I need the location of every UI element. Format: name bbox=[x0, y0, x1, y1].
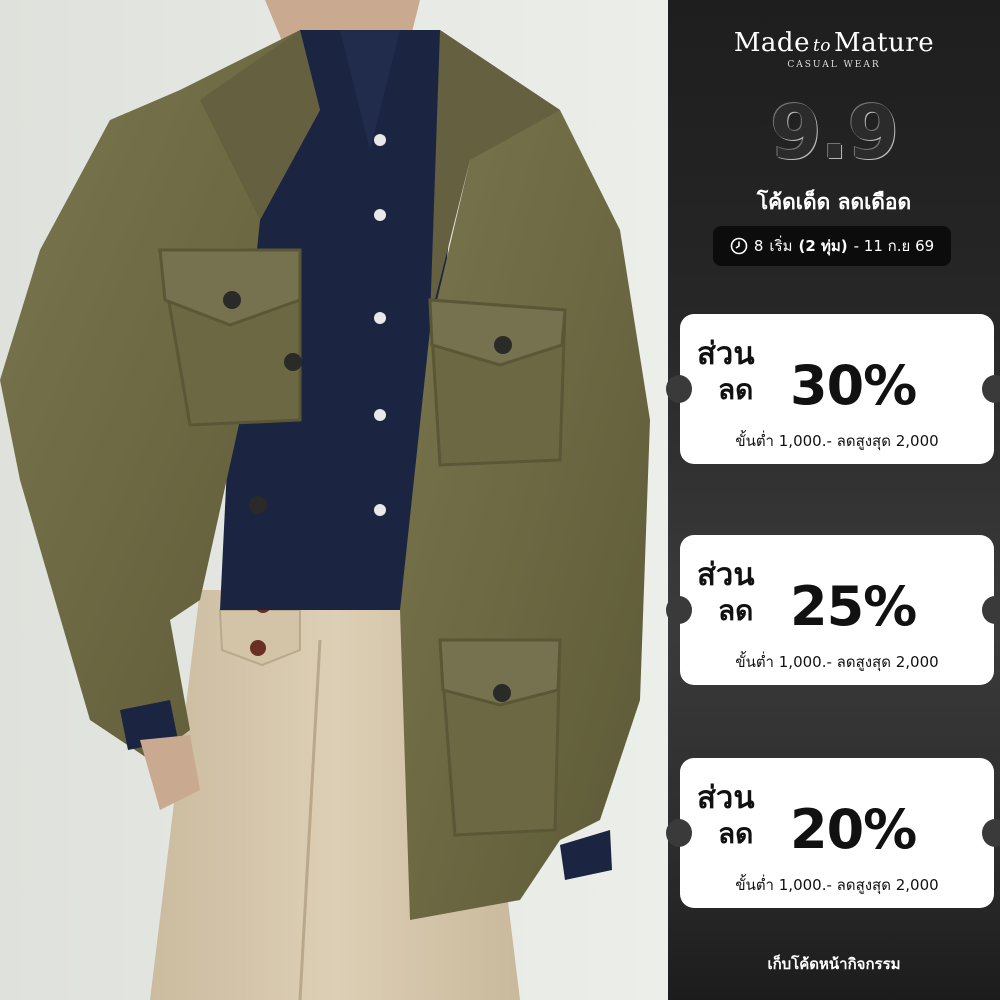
campaign-headline: 9.9 bbox=[769, 90, 899, 176]
coupon-terms: ขั้นต่ำ 1,000.- ลดสูงสุด 2,000 bbox=[735, 432, 939, 450]
coupon-notch-right bbox=[982, 375, 1000, 403]
brand-name-right: Mature bbox=[834, 28, 935, 58]
model-wearing-safari-jacket bbox=[0, 0, 668, 1000]
coupon-label-word2: ลด bbox=[718, 373, 754, 406]
brand-subtitle: CASUAL WEAR bbox=[787, 60, 881, 70]
coupon-notch-left bbox=[666, 375, 692, 403]
brand-name-to: to bbox=[812, 36, 832, 56]
date-start-label: เริ่ม bbox=[769, 237, 793, 255]
brand-name: Made to Mature bbox=[668, 28, 1000, 58]
coupon-percent: 25% bbox=[790, 575, 917, 638]
coupon-notch-right bbox=[982, 819, 1000, 847]
promo-banner: Made to Mature CASUAL WEAR 9.9 โค้ดเด็ด ลด… bbox=[0, 0, 1000, 1000]
coupon-percent: 20% bbox=[790, 798, 917, 861]
coupon-30[interactable]: ส่วน ลด 30% ขั้นต่ำ 1,000.- ลดสูงสุด 2,0… bbox=[666, 314, 1000, 464]
coupon-25[interactable]: ส่วน ลด 25% ขั้นต่ำ 1,000.- ลดสูงสุด 2,0… bbox=[666, 535, 1000, 685]
campaign-slogan: โค้ดเด็ด ลดเดือด bbox=[756, 190, 912, 214]
collect-code-note: เก็บโค้ดหน้ากิจกรรม bbox=[767, 955, 901, 973]
coupon-20[interactable]: ส่วน ลด 20% ขั้นต่ำ 1,000.- ลดสูงสุด 2,0… bbox=[666, 758, 1000, 908]
coupon-notch-right bbox=[982, 596, 1000, 624]
coupon-terms: ขั้นต่ำ 1,000.- ลดสูงสุด 2,000 bbox=[735, 653, 939, 671]
promo-panel: Made to Mature CASUAL WEAR 9.9 โค้ดเด็ด ลด… bbox=[666, 0, 1000, 1000]
coupon-label-word2: ลด bbox=[718, 594, 754, 627]
date-end: - 11 ก.ย 69 bbox=[853, 237, 935, 255]
campaign-date-pill: 8 เริ่ม (2 ทุ่ม) - 11 ก.ย 69 bbox=[713, 226, 951, 266]
coupon-terms: ขั้นต่ำ 1,000.- ลดสูงสุด 2,000 bbox=[735, 876, 939, 894]
coupon-notch-left bbox=[666, 819, 692, 847]
coupon-percent: 30% bbox=[790, 354, 917, 417]
brand-name-left: Made bbox=[733, 28, 810, 58]
date-start: 8 bbox=[753, 237, 764, 255]
clock-icon bbox=[730, 237, 748, 255]
brand-logo: Made to Mature CASUAL WEAR bbox=[668, 28, 1000, 70]
coupon-label-word2: ลด bbox=[718, 817, 754, 850]
date-time: (2 ทุ่ม) bbox=[798, 237, 848, 255]
product-photo bbox=[0, 0, 668, 1000]
coupon-notch-left bbox=[666, 596, 692, 624]
